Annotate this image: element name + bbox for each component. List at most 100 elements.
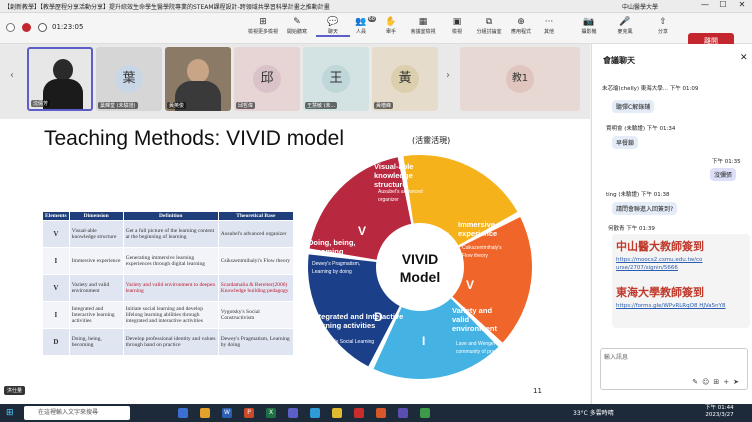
person-head	[53, 59, 73, 81]
camera-button[interactable]: 📷 攝影機	[572, 16, 606, 35]
table-cell: V	[42, 220, 70, 248]
shared-slide: Teaching Methods: VIVID model (活靈活現) Ele…	[0, 119, 590, 404]
close-button[interactable]: ✕	[735, 0, 749, 9]
compose-icons[interactable]: ✎☺⊞+➤	[692, 378, 743, 386]
avatar: 葉	[115, 65, 143, 93]
segment-letter: D	[374, 310, 383, 324]
chat-sender: 何歡青 下午 01:39	[608, 226, 655, 232]
window-title: 【創新教學】【教學歷程分享活動分享】提升綜效生命學生醫學院專業的STEAM課程設…	[4, 4, 330, 11]
room-icon: ▦	[418, 17, 428, 27]
segment-title: valid	[452, 315, 470, 324]
table-cell: I	[42, 301, 70, 329]
segment-subtitle: Theory	[316, 347, 332, 353]
segment-title: experience	[458, 229, 497, 238]
avatar: 教1	[506, 65, 534, 93]
title-bar: 【創新教學】【教學歷程分享活動分享】提升綜效生命學生醫學院專業的STEAM課程設…	[0, 0, 752, 13]
word-icon[interactable]: W	[222, 408, 232, 418]
participant-tile[interactable]: 邱 邱哲偉	[234, 47, 300, 111]
chat-input[interactable]: 輸入訊息 ✎☺⊞+➤	[600, 348, 748, 390]
segment-title: Doing, being,	[308, 238, 356, 247]
avatar: 王	[322, 65, 350, 93]
segment-subtitle: Csikszentmihaly's	[462, 245, 502, 251]
powerpoint-icon[interactable]: P	[244, 408, 254, 418]
teams-icon[interactable]	[288, 408, 298, 418]
table-cell: Csikszentmihalyi's Flow theory	[217, 247, 295, 275]
maximize-button[interactable]: ☐	[716, 0, 730, 9]
table-row: V Visual-able knowledge structure Get a …	[42, 220, 295, 248]
meeting-toolbar: 01:23:05 ⊞ 檢視更多檢視 ✎ 開始聽寫 💬 聊天 68 👥 人員 ✋ 舉手 ▦ 會議…	[0, 13, 752, 49]
share-icon: ⇧	[659, 17, 667, 27]
table-cell: Generating immersive learning experience…	[122, 247, 219, 275]
minimize-button[interactable]: —	[698, 0, 712, 9]
org-name: 中山醫學大學	[622, 4, 659, 11]
breakout-icon: ⧉	[485, 17, 493, 27]
weather-status: 33°C 多雲時晴	[573, 410, 614, 417]
chrome-icon[interactable]	[332, 408, 342, 418]
view-icon: ▣	[452, 17, 462, 27]
chat-sender: ting (未驗證) 下午 01:38	[606, 192, 670, 198]
segment-title: Integrated and Interactive	[312, 312, 403, 321]
taskbar-search-input[interactable]: 在這裡輸入文字來搜尋	[24, 406, 130, 420]
room-view-button[interactable]: ▦ 會議室檢視	[406, 16, 440, 35]
file-explorer-icon[interactable]	[200, 408, 210, 418]
table-cell: Vygotsky's Social Constructivism	[217, 301, 295, 329]
chat-sender: 未芯瑜(chelly) 東海大學... 下午 01:09	[602, 86, 699, 92]
view-button[interactable]: ▣ 檢視	[440, 16, 474, 35]
chat-input-placeholder: 輸入訊息	[604, 354, 629, 361]
line-icon[interactable]	[420, 408, 430, 418]
shield-icon	[6, 23, 15, 32]
taskbar-clock: 下午 01:44 2023/3/27	[705, 405, 734, 419]
segment-title: environment	[452, 324, 498, 333]
chevron-right-icon[interactable]: ›	[446, 70, 450, 81]
app-icon[interactable]	[398, 408, 408, 418]
chat-message[interactable]: 沒彌張	[710, 168, 737, 181]
meeting-stage: ‹ 沈倩芳 葉 葉輝堂 (未驗證) 黃英俊 邱 邱哲偉 王 王慧敏 (未... …	[0, 44, 590, 404]
more-button[interactable]: ··· 其他	[532, 16, 566, 35]
close-icon[interactable]: ✕	[740, 53, 748, 63]
participant-tile[interactable]: 王 王慧敏 (未...	[303, 47, 369, 111]
camera-icon: 📷	[583, 17, 595, 27]
excel-icon[interactable]: X	[266, 408, 276, 418]
card-link[interactable]: https://forms.gle/WPvRLRqO8 HJVa5nY8	[616, 302, 736, 310]
participant-tile[interactable]: 沈倩芳	[27, 47, 93, 111]
segment-letter: V	[466, 278, 474, 292]
dictation-button[interactable]: ✎ 開始聽寫	[280, 16, 314, 35]
table-row: I Integrated and Interactive learning ac…	[42, 301, 295, 329]
acrobat-icon[interactable]	[354, 408, 364, 418]
chat-message[interactable]: 早餐鎖	[612, 136, 639, 149]
segment-subtitle: Ausubel's advanced	[378, 189, 423, 195]
chevron-left-icon[interactable]: ‹	[10, 70, 14, 81]
table-cell: I	[42, 247, 70, 275]
participant-name: 葉輝堂 (未驗證)	[98, 102, 138, 109]
person-head	[187, 59, 209, 83]
avatar: 邱	[253, 65, 281, 93]
table-cell: Integrated and Interactive learning acti…	[68, 301, 124, 329]
clock-time: 下午 01:44	[705, 405, 734, 411]
hand-icon: ✋	[385, 17, 397, 27]
raise-hand-button[interactable]: ✋ 舉手	[374, 16, 408, 35]
more-views-button[interactable]: ⊞ 檢視更多檢視	[246, 16, 280, 35]
model-center-line-1: VIVID	[402, 251, 439, 267]
breakout-rooms-button[interactable]: ⧉ 分組討論室	[472, 16, 506, 35]
task-view-icon[interactable]	[178, 408, 188, 418]
mic-button[interactable]: 🎤 麥克風	[608, 16, 642, 35]
participant-tile[interactable]: 黃英俊	[165, 47, 231, 111]
card-link[interactable]: https://moocs2.csmu.edu.tw/co urse/2707/…	[616, 256, 736, 272]
segment-letter: V	[358, 224, 366, 238]
table-cell: Visual-able knowledge structure	[68, 220, 124, 248]
participant-name: 邱哲偉	[236, 102, 256, 109]
edge-icon[interactable]	[310, 408, 320, 418]
participant-tile[interactable]: 葉 葉輝堂 (未驗證)	[96, 47, 162, 111]
app-icon[interactable]	[376, 408, 386, 418]
participant-tile[interactable]: 黃 黃楷峰	[372, 47, 438, 111]
chat-message[interactable]: 請問會聯進入回簽到?	[612, 202, 678, 215]
share-button[interactable]: ⇧ 分享	[646, 16, 680, 35]
people-button[interactable]: 68 👥 人員	[344, 16, 378, 35]
segment-subtitle: Flow theory	[462, 253, 488, 259]
windows-start-icon[interactable]: ⊞	[6, 408, 14, 418]
table-header: Definition	[122, 211, 219, 221]
chat-timestamp: 下午 01:35	[712, 159, 741, 165]
presenter-name: 洪仕量	[4, 386, 26, 395]
participant-tile[interactable]: 教1	[460, 47, 580, 111]
chat-message[interactable]: 聽彈C解錄鋪	[612, 100, 655, 113]
